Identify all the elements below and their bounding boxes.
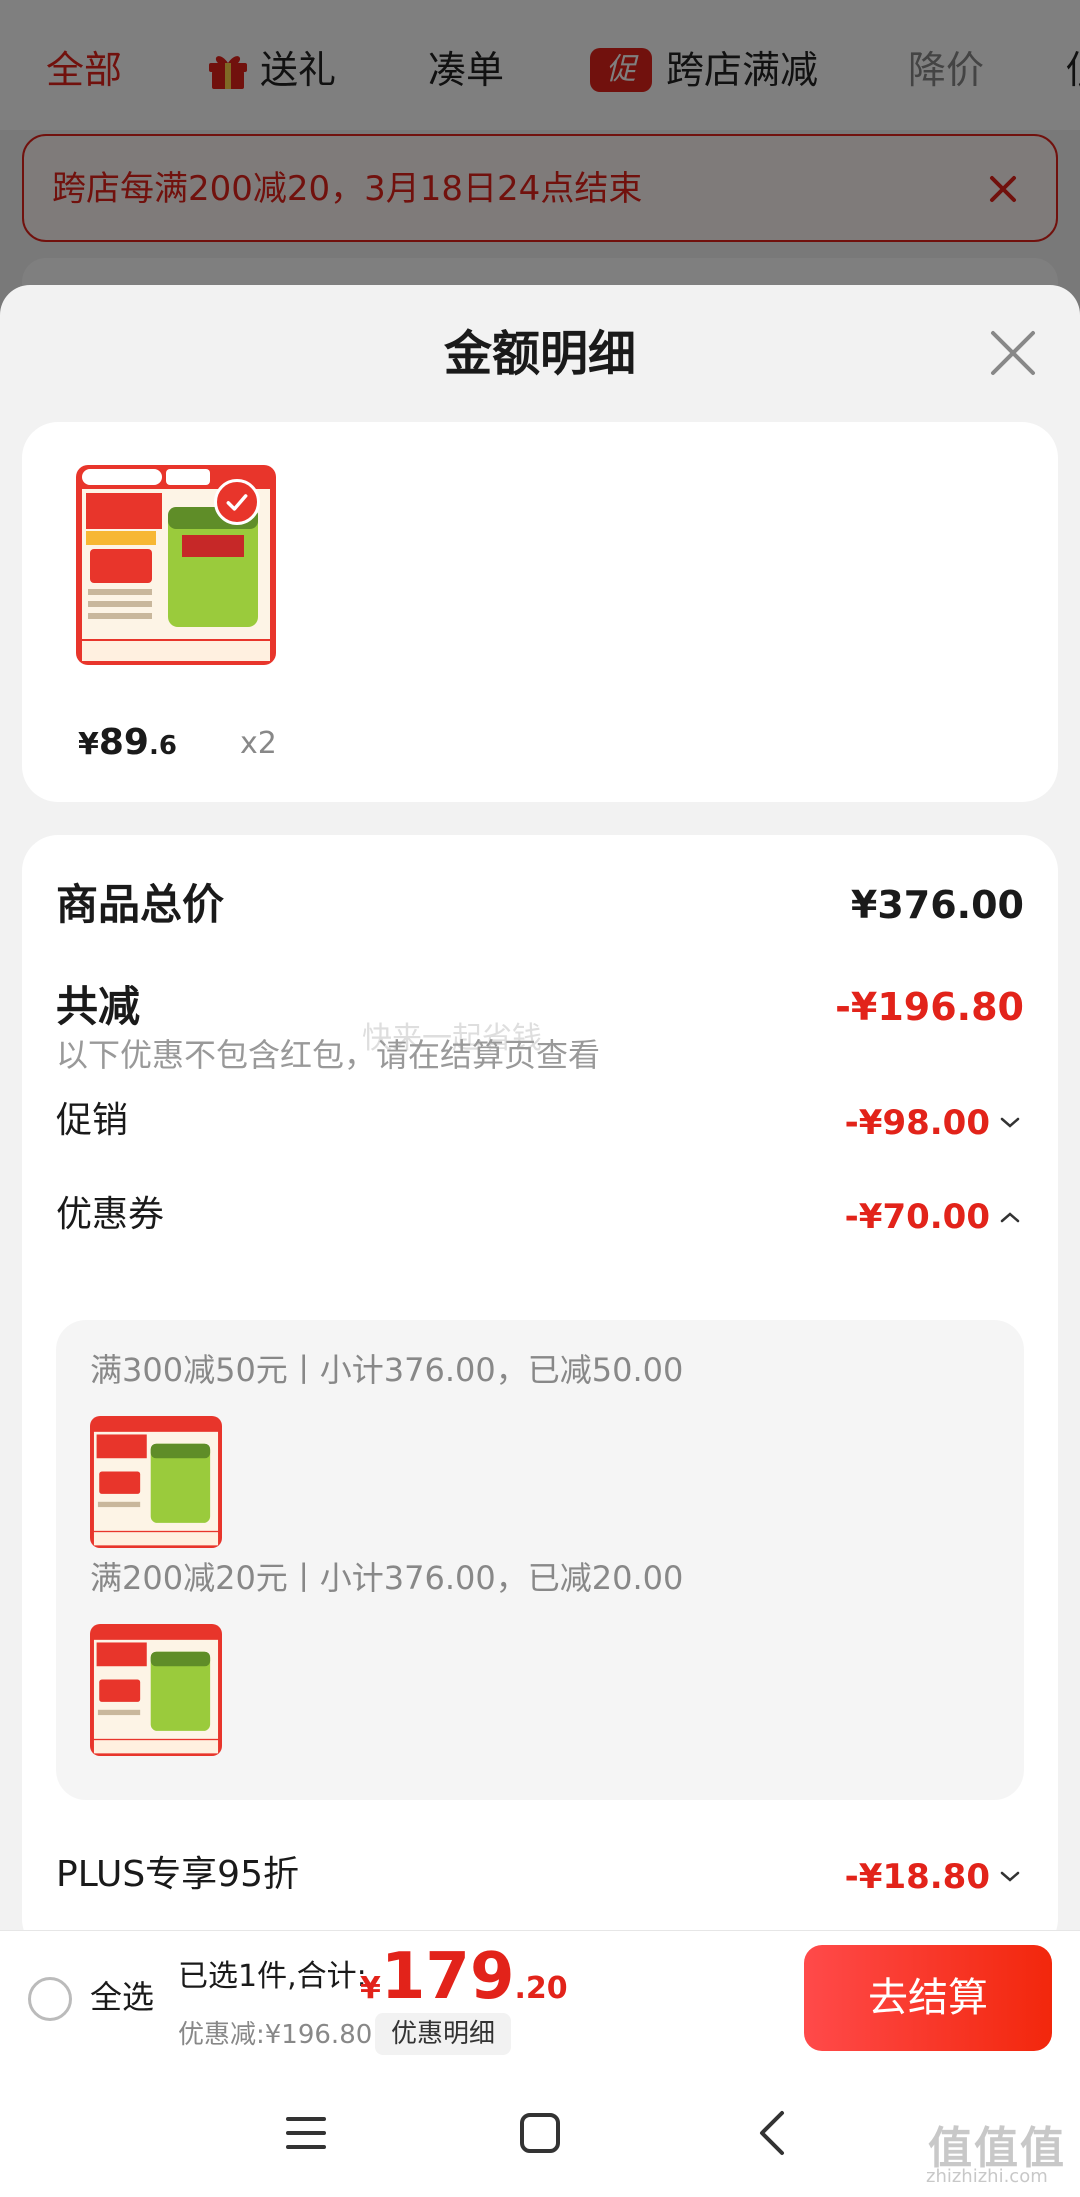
price-detail-card: 商品总价 ¥376.00 共减 -¥196.80 以下优惠不包含红包，请在结算页… xyxy=(22,835,1058,1933)
chevron-down-icon[interactable] xyxy=(998,1865,1022,1889)
promotion-label: 促销 xyxy=(56,1100,129,1141)
coupon-value[interactable]: -¥70.00 xyxy=(845,1191,990,1243)
coupon-product-image xyxy=(90,1624,222,1756)
select-all-label[interactable]: 全选 xyxy=(90,1973,154,2021)
coupon-line: 满300减50元丨小计376.00，已减50.00 xyxy=(90,1351,684,1389)
chevron-up-icon[interactable] xyxy=(998,1205,1022,1229)
selected-count-text: 已选1件,合计: xyxy=(178,1959,367,1994)
discount-note: 以下优惠不包含红包，请在结算页查看 xyxy=(56,1036,601,1074)
checkmark-icon xyxy=(214,479,260,525)
total-price-value: ¥376.00 xyxy=(850,883,1024,927)
amount-detail-sheet: 金额明细 ¥89.6 x2 商品总价 ¥376.00 共减 -¥196.80 以… xyxy=(0,285,1080,1933)
system-nav-bar xyxy=(0,2067,1080,2197)
total-reduce-label: 共减 xyxy=(56,982,141,1031)
plus-discount-value[interactable]: -¥18.80 xyxy=(845,1851,990,1903)
total-reduce-value: -¥196.80 xyxy=(835,985,1024,1029)
product-price: ¥89.6 xyxy=(78,722,177,763)
promotion-value[interactable]: -¥98.00 xyxy=(845,1097,990,1149)
plus-discount-label: PLUS专享95折 xyxy=(56,1854,299,1895)
home-icon[interactable] xyxy=(512,2105,568,2161)
checkout-bar: 全选 已选1件,合计: ¥179.20 优惠减:¥196.80 优惠明细 去结算 xyxy=(0,1930,1080,2067)
checkout-button[interactable]: 去结算 xyxy=(804,1945,1052,2051)
coupon-product-image xyxy=(90,1416,222,1548)
discount-amount: 优惠减:¥196.80 xyxy=(178,2020,373,2050)
coupon-label: 优惠券 xyxy=(56,1194,165,1235)
coupon-detail-box: 满300减50元丨小计376.00，已减50.00 满200减20元丨小计376… xyxy=(56,1320,1024,1800)
close-icon[interactable] xyxy=(988,328,1038,378)
product-image-art xyxy=(90,1624,222,1756)
select-all-radio[interactable] xyxy=(28,1977,72,2021)
watermark-url: zhizhizhi.com xyxy=(926,2166,1048,2187)
menu-icon[interactable] xyxy=(278,2105,334,2161)
coupon-line: 满200减20元丨小计376.00，已减20.00 xyxy=(90,1559,684,1597)
product-quantity: x2 xyxy=(240,726,277,761)
total-amount: ¥179.20 xyxy=(360,1940,568,2014)
chevron-down-icon[interactable] xyxy=(998,1111,1022,1135)
sheet-title: 金额明细 xyxy=(443,326,636,382)
back-icon[interactable] xyxy=(746,2105,802,2161)
product-card: ¥89.6 x2 xyxy=(22,422,1058,802)
total-price-label: 商品总价 xyxy=(56,880,225,929)
product-image-art xyxy=(90,1416,222,1548)
discount-detail-button[interactable]: 优惠明细 xyxy=(375,2013,512,2055)
